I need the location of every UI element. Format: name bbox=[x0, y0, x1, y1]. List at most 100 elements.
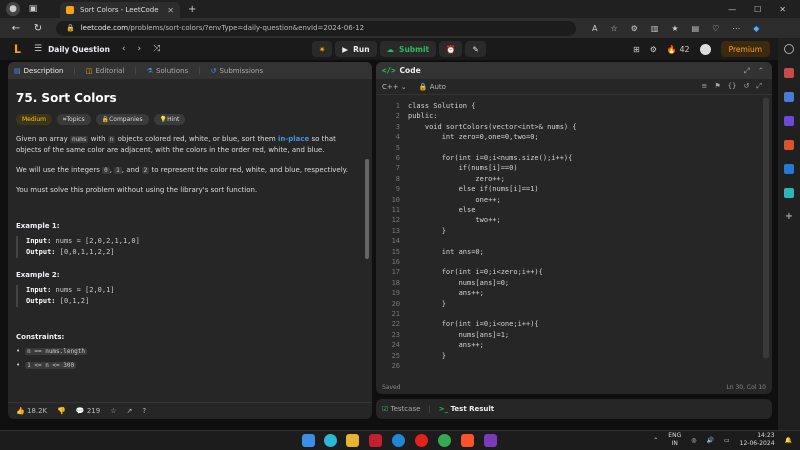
companies-badge[interactable]: 🔒 Companies bbox=[95, 114, 149, 125]
url-field[interactable]: 🔒 leetcode.com/problems/sort-colors/?env… bbox=[56, 20, 576, 36]
outlook-icon[interactable] bbox=[784, 164, 794, 174]
office-icon[interactable] bbox=[784, 140, 794, 150]
file-explorer-icon[interactable] bbox=[346, 434, 359, 447]
games-icon[interactable] bbox=[784, 116, 794, 126]
notifications-icon[interactable]: 🔔 bbox=[785, 437, 792, 444]
code-line[interactable]: } bbox=[408, 352, 446, 360]
language-select[interactable]: C++ ⌄ bbox=[382, 83, 407, 91]
leetcode-logo-icon[interactable]: ᒪ bbox=[14, 43, 24, 56]
collapse-icon[interactable]: ⌃ bbox=[758, 66, 764, 76]
problem-title[interactable]: 75. Sort Colors bbox=[16, 91, 364, 105]
timer-icon[interactable]: ⏰ bbox=[439, 41, 463, 57]
code-line[interactable]: ans++; bbox=[408, 341, 484, 349]
tab-description[interactable]: ▤ Description bbox=[14, 67, 64, 75]
browser-edge-icon[interactable] bbox=[324, 434, 337, 447]
share-icon[interactable]: ↗ bbox=[126, 407, 132, 415]
refresh-icon[interactable]: ↻ bbox=[32, 23, 44, 34]
maximize-icon[interactable]: ☐ bbox=[754, 5, 761, 14]
more-icon[interactable]: ⋯ bbox=[732, 24, 740, 33]
code-line[interactable]: else if(nums[i]==1) bbox=[408, 185, 539, 193]
copilot-icon[interactable]: ◆ bbox=[753, 24, 759, 33]
browser-tab[interactable]: Sort Colors - LeetCode ✕ bbox=[60, 2, 180, 18]
shuffle-icon[interactable]: ⤨ bbox=[153, 44, 160, 54]
code-editor[interactable]: 1 class Solution {2 public: 3 void sortColo… bbox=[376, 99, 772, 370]
mcafee-icon[interactable] bbox=[369, 434, 382, 447]
language-indicator[interactable]: ENG IN bbox=[668, 432, 681, 448]
battery-icon[interactable]: ▭ bbox=[724, 437, 730, 444]
auto-mode-toggle[interactable]: 🔒 Auto bbox=[419, 83, 446, 91]
reset-icon[interactable]: ↺ bbox=[744, 82, 750, 91]
collections-icon[interactable]: ▤ bbox=[692, 24, 700, 33]
code-line[interactable]: else bbox=[408, 206, 476, 214]
code-line[interactable]: for(int i=0;i<one;i++){ bbox=[408, 320, 539, 328]
minimize-icon[interactable]: — bbox=[728, 5, 736, 14]
extensions-icon[interactable]: ⚙ bbox=[631, 24, 638, 33]
code-line[interactable]: int ans=0; bbox=[408, 248, 484, 256]
code-line[interactable]: } bbox=[408, 227, 446, 235]
code-line[interactable]: zero++; bbox=[408, 175, 505, 183]
code-line[interactable]: for(int i=0;i<zero;i++){ bbox=[408, 268, 543, 276]
brave-icon[interactable] bbox=[461, 434, 474, 447]
bookmark-icon[interactable]: ⚑ bbox=[714, 82, 720, 91]
tab-testcase[interactable]: ☑ Testcase bbox=[382, 405, 420, 413]
next-problem-icon[interactable]: › bbox=[138, 44, 142, 54]
layout-icon[interactable]: ⊞ bbox=[633, 45, 640, 54]
clock[interactable]: 14:23 12-06-2024 bbox=[740, 432, 775, 448]
drop-icon[interactable] bbox=[784, 188, 794, 198]
topics-badge[interactable]: ⌗ Topics bbox=[57, 114, 91, 125]
help-icon[interactable]: ? bbox=[142, 407, 146, 415]
comments-button[interactable]: 💬 219 bbox=[76, 407, 100, 415]
format-icon[interactable]: ≡ bbox=[701, 82, 707, 91]
read-aloud-icon[interactable]: A bbox=[592, 24, 597, 33]
editor-scrollbar[interactable] bbox=[763, 98, 769, 358]
expand-icon[interactable]: ⤢ bbox=[744, 66, 750, 76]
problem-list-icon[interactable]: ☰ bbox=[34, 44, 42, 54]
notes-icon[interactable]: ✎ bbox=[465, 41, 486, 57]
tools-icon[interactable] bbox=[784, 92, 794, 102]
code-line[interactable]: int zero=0,one=0,two=0; bbox=[408, 133, 539, 141]
security-icon[interactable] bbox=[392, 434, 405, 447]
in-place-link[interactable]: in-place bbox=[278, 135, 309, 143]
start-icon[interactable] bbox=[302, 434, 315, 447]
submit-button[interactable]: ☁ Submit bbox=[379, 41, 437, 57]
tab-test-result[interactable]: >_ Test Result bbox=[439, 405, 494, 413]
code-line[interactable]: } bbox=[408, 300, 446, 308]
debug-button[interactable]: ✷ bbox=[312, 41, 333, 57]
youtube-icon[interactable] bbox=[415, 434, 428, 447]
code-line[interactable]: class Solution { bbox=[408, 102, 475, 110]
wifi-icon[interactable]: ◎ bbox=[691, 437, 696, 444]
fullscreen-icon[interactable]: ⤢ bbox=[756, 82, 762, 91]
prev-problem-icon[interactable]: ‹ bbox=[122, 44, 126, 54]
star-icon[interactable]: ☆ bbox=[110, 407, 116, 415]
split-screen-icon[interactable]: ▥ bbox=[651, 24, 659, 33]
run-button[interactable]: ▶ Run bbox=[335, 41, 377, 57]
code-line[interactable]: two++; bbox=[408, 216, 500, 224]
tab-actions-icon[interactable]: ▣ bbox=[26, 2, 40, 16]
tab-submissions[interactable]: ↺ Submissions bbox=[211, 67, 264, 75]
code-line[interactable]: void sortColors(vector<int>& nums) { bbox=[408, 123, 577, 131]
code-line[interactable]: if(nums[i]==0) bbox=[408, 164, 518, 172]
code-line[interactable]: for(int i=0;i<nums.size();i++){ bbox=[408, 154, 573, 162]
settings-gear-icon[interactable]: ⚙ bbox=[650, 45, 657, 54]
daily-question-label[interactable]: Daily Question bbox=[48, 45, 110, 54]
code-line[interactable]: public: bbox=[408, 112, 438, 120]
onenote-icon[interactable] bbox=[484, 434, 497, 447]
code-line[interactable]: one++; bbox=[408, 196, 500, 204]
code-line[interactable]: ans++; bbox=[408, 289, 484, 297]
health-icon[interactable]: ♡ bbox=[712, 24, 719, 33]
new-tab-icon[interactable]: + bbox=[188, 4, 196, 15]
volume-icon[interactable]: 🔊 bbox=[706, 437, 713, 444]
favorites-icon[interactable]: ★ bbox=[671, 24, 678, 33]
tab-editorial[interactable]: ◫ Editorial bbox=[86, 67, 125, 75]
description-scrollbar[interactable] bbox=[365, 159, 369, 259]
like-button[interactable]: 👍 18.2K bbox=[16, 407, 47, 415]
code-line[interactable]: nums[ans]=1; bbox=[408, 331, 510, 339]
streak-count[interactable]: 🔥 42 bbox=[667, 45, 690, 54]
chevron-up-icon[interactable]: ⌃ bbox=[653, 437, 658, 444]
avatar[interactable] bbox=[699, 43, 711, 55]
hint-badge[interactable]: 💡 Hint bbox=[153, 114, 186, 125]
close-window-icon[interactable]: ✕ bbox=[779, 5, 786, 14]
search-icon[interactable] bbox=[784, 44, 794, 54]
code-line[interactable]: nums[ans]=0; bbox=[408, 279, 510, 287]
braces-icon[interactable]: {} bbox=[728, 82, 737, 91]
